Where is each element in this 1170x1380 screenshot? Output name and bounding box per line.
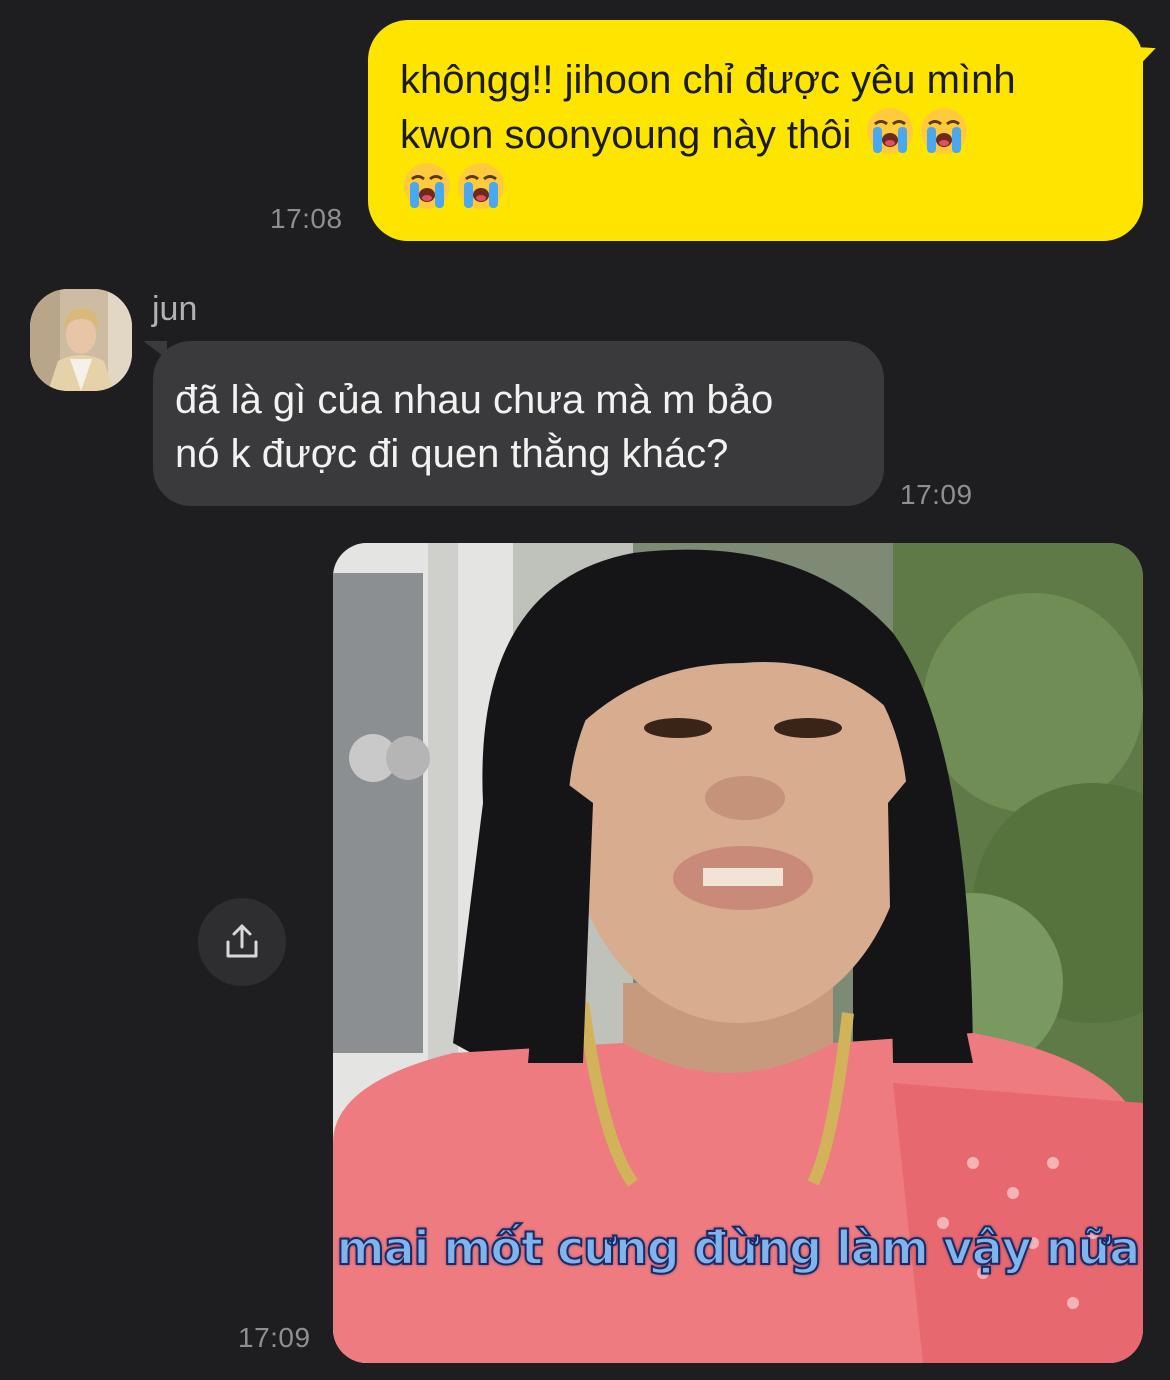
bubble-tail — [143, 341, 167, 359]
profile-photo — [30, 289, 132, 391]
share-button[interactable] — [198, 898, 286, 986]
message-timestamp: 17:09 — [900, 479, 973, 510]
loudly-crying-face-icon — [920, 108, 967, 154]
message-text-line — [400, 161, 1113, 216]
message-text-line: khôngg!! jihoon chỉ được yêu mình — [400, 54, 1113, 106]
message-text: kwon soonyoung này thôi — [400, 113, 852, 157]
loudly-crying-face-icon — [458, 163, 504, 209]
image-caption: mai mốt cưng đừng làm vậy nữa — [336, 1220, 1142, 1276]
sender-name: jun — [152, 290, 198, 328]
message-text: khôngg!! jihoon chỉ được yêu mình — [400, 58, 1016, 102]
message-text-line: đã là gì của nhau chưa mà m bảo — [175, 378, 774, 422]
message-text-line: nó k được đi quen thằng khác? — [175, 432, 729, 476]
message-timestamp: 17:09 — [238, 1322, 311, 1353]
share-icon — [226, 924, 258, 958]
image-message[interactable]: mai mốt cưng đừng làm vậy nữa — [333, 543, 1143, 1363]
bubble-tail — [1127, 38, 1161, 70]
outgoing-message-bubble[interactable]: khôngg!! jihoon chỉ được yêu mình kwon s… — [368, 20, 1161, 241]
avatar[interactable] — [30, 289, 132, 391]
message-text-line: kwon soonyoung này thôi — [400, 106, 1113, 161]
loudly-crying-face-icon — [866, 108, 913, 154]
loudly-crying-face-icon — [404, 163, 450, 209]
message-timestamp: 17:08 — [270, 203, 343, 234]
incoming-message-bubble[interactable]: đã là gì của nhau chưa mà m bảo nó k đượ… — [143, 341, 884, 506]
